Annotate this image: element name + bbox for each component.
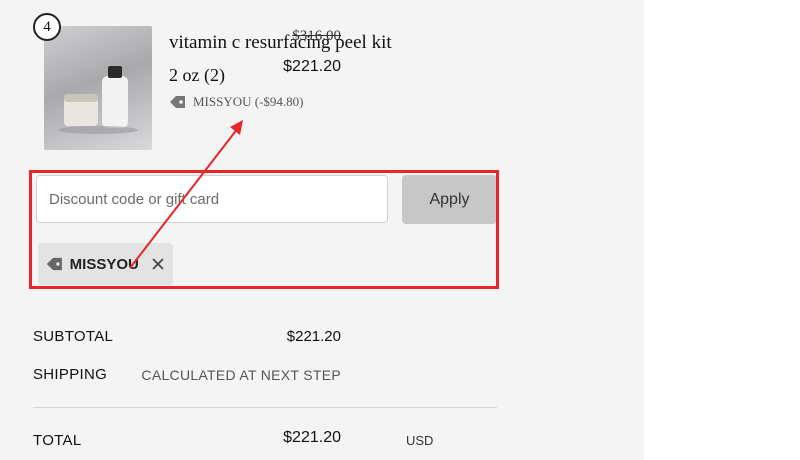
applied-discount-tag: MISSYOU — [38, 243, 173, 285]
quantity-badge: 4 — [33, 13, 61, 41]
discount-code-input[interactable] — [36, 175, 388, 223]
original-price: $316.00 — [292, 28, 341, 44]
product-thumbnail — [44, 26, 152, 150]
apply-button[interactable]: Apply — [402, 175, 497, 224]
total-currency: USD — [406, 433, 434, 448]
remove-code-button[interactable] — [151, 256, 165, 272]
total-value: $221.20 — [283, 429, 341, 446]
order-summary-panel: 4 vitamin c resurfacing peel kit 2 oz (2… — [0, 0, 644, 460]
line-discount: MISSYOU (-$94.80) — [169, 94, 304, 110]
tag-icon — [46, 257, 62, 271]
close-icon — [152, 258, 164, 270]
product-title: vitamin c resurfacing peel kit — [169, 32, 392, 53]
sale-price: $221.20 — [283, 58, 341, 75]
tag-icon — [170, 96, 185, 108]
subtotal-label: SUBTOTAL — [33, 328, 114, 345]
summary-divider — [33, 407, 497, 408]
product-variant: 2 oz (2) — [169, 65, 225, 85]
shipping-label: SHIPPING — [33, 366, 108, 383]
shipping-value: CALCULATED AT NEXT STEP — [141, 367, 341, 383]
subtotal-value: $221.20 — [286, 328, 341, 345]
applied-code-label: MISSYOU — [69, 255, 139, 273]
total-label: TOTAL — [33, 432, 82, 449]
line-discount-text: MISSYOU (-$94.80) — [193, 94, 304, 109]
